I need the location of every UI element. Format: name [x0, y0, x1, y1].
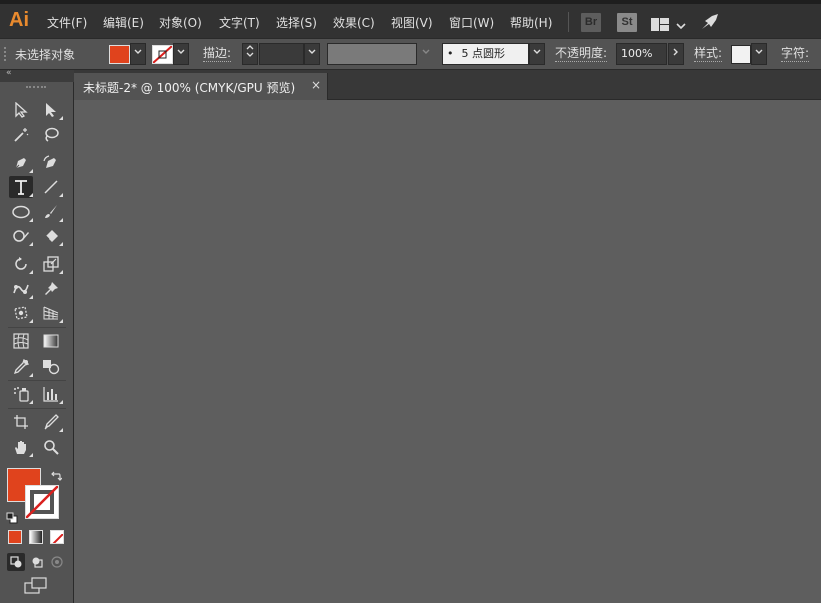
bridge-button[interactable]: Br [581, 13, 601, 32]
ellipse-tool[interactable] [9, 201, 33, 223]
hand-tool[interactable] [9, 436, 33, 458]
artboard-canvas[interactable] [74, 100, 821, 603]
menu-effect[interactable]: 效果(C) [333, 14, 375, 31]
puppet-warp-tool[interactable] [9, 278, 33, 300]
brush-definition-dropdown[interactable] [529, 43, 545, 65]
zoom-tool[interactable] [39, 436, 63, 458]
mesh-tool[interactable] [9, 330, 33, 352]
menu-separator [568, 12, 569, 32]
tools-panel-grip[interactable] [26, 86, 46, 89]
direct-selection-tool[interactable] [39, 99, 63, 121]
opacity-expand-button[interactable] [668, 43, 684, 65]
menu-help[interactable]: 帮助(H) [510, 14, 552, 31]
tools-panel-header[interactable]: « [0, 68, 74, 82]
tools-panel: « [0, 68, 74, 603]
line-segment-tool[interactable] [39, 176, 63, 198]
control-bar: 未选择对象 描边: • 5 点圆形 不透明度: 100% 样式: 字符: [0, 38, 821, 70]
app-logo: Ai [9, 9, 29, 31]
character-label[interactable]: 字符: [781, 46, 810, 62]
free-transform-tool[interactable] [9, 302, 33, 324]
none-mode-button[interactable] [50, 530, 64, 544]
pin-tool[interactable] [39, 278, 63, 300]
scale-tool[interactable] [39, 253, 63, 275]
control-bar-grip[interactable] [4, 47, 6, 61]
stroke-dropdown[interactable] [173, 43, 189, 65]
stroke-color-box[interactable] [25, 485, 59, 519]
fill-dropdown[interactable] [130, 43, 146, 65]
blend-tool[interactable] [39, 356, 63, 378]
tools-divider [8, 380, 66, 381]
tools-divider [8, 408, 66, 409]
menu-view[interactable]: 视图(V) [391, 14, 433, 31]
default-fill-stroke-icon[interactable] [6, 509, 18, 528]
menu-file[interactable]: 文件(F) [47, 14, 87, 31]
symbol-sprayer-tool[interactable] [9, 383, 33, 405]
perspective-grid-tool[interactable] [39, 302, 63, 324]
chevron-down-icon[interactable] [676, 16, 686, 35]
pen-tool[interactable] [9, 152, 33, 174]
magic-wand-tool[interactable] [9, 124, 33, 146]
graphic-style-swatch[interactable] [731, 45, 751, 64]
gradient-mode-button[interactable] [29, 530, 43, 544]
stroke-weight-dropdown[interactable] [304, 43, 320, 65]
selection-tool[interactable] [9, 99, 33, 121]
rotate-tool[interactable] [9, 253, 33, 275]
variable-width-dropdown[interactable] [418, 43, 434, 65]
document-tab-bar: 未标题-2* @ 100% (CMYK/GPU 预览) × [74, 70, 821, 100]
style-label[interactable]: 样式: [694, 46, 723, 62]
curvature-tool[interactable] [39, 152, 63, 174]
tools-divider [8, 327, 66, 328]
menu-edit[interactable]: 编辑(E) [103, 14, 144, 31]
eyedropper-tool[interactable] [9, 356, 33, 378]
shaper-tool[interactable] [9, 225, 33, 247]
swap-fill-stroke-icon[interactable] [50, 467, 63, 486]
column-graph-tool[interactable] [39, 383, 63, 405]
stock-button[interactable]: St [617, 13, 637, 32]
stroke-weight-input[interactable] [259, 43, 304, 65]
workspace-layout-icon[interactable] [651, 16, 669, 35]
opacity-label[interactable]: 不透明度: [555, 46, 608, 62]
fill-swatch[interactable] [109, 45, 130, 64]
color-mode-button[interactable] [8, 530, 22, 544]
document-tab[interactable]: 未标题-2* @ 100% (CMYK/GPU 预览) × [74, 73, 328, 100]
slice-tool[interactable] [39, 411, 63, 433]
close-icon[interactable]: × [311, 78, 321, 92]
opacity-input[interactable]: 100% [616, 43, 667, 65]
menu-bar: Ai 文件(F) 编辑(E) 对象(O) 文字(T) 选择(S) 效果(C) 视… [0, 0, 821, 38]
draw-behind-button[interactable] [28, 553, 46, 571]
brush-dot-icon: • [447, 47, 454, 60]
type-tool[interactable] [9, 176, 33, 198]
artboard-tool[interactable] [9, 411, 33, 433]
screen-mode-button[interactable] [24, 577, 48, 599]
menu-type[interactable]: 文字(T) [219, 14, 260, 31]
menu-select[interactable]: 选择(S) [276, 14, 317, 31]
gradient-tool[interactable] [39, 330, 63, 352]
paintbrush-tool[interactable] [39, 201, 63, 223]
graphic-style-dropdown[interactable] [751, 43, 767, 65]
stroke-swatch[interactable] [152, 45, 173, 64]
rocket-icon[interactable] [700, 13, 720, 35]
eraser-tool[interactable] [39, 225, 63, 247]
draw-inside-button[interactable] [48, 553, 66, 571]
document-tab-title: 未标题-2* @ 100% (CMYK/GPU 预览) [83, 81, 296, 95]
brush-definition[interactable]: • 5 点圆形 [442, 43, 529, 65]
lasso-tool[interactable] [39, 124, 63, 146]
collapse-icon[interactable]: « [6, 68, 12, 78]
variable-width-profile[interactable] [327, 43, 417, 65]
stroke-label[interactable]: 描边: [203, 46, 232, 62]
menu-object[interactable]: 对象(O) [159, 14, 202, 31]
selection-status: 未选择对象 [15, 48, 76, 62]
menu-window[interactable]: 窗口(W) [449, 14, 494, 31]
draw-normal-button[interactable] [7, 553, 25, 571]
stroke-weight-stepper[interactable] [242, 43, 258, 65]
